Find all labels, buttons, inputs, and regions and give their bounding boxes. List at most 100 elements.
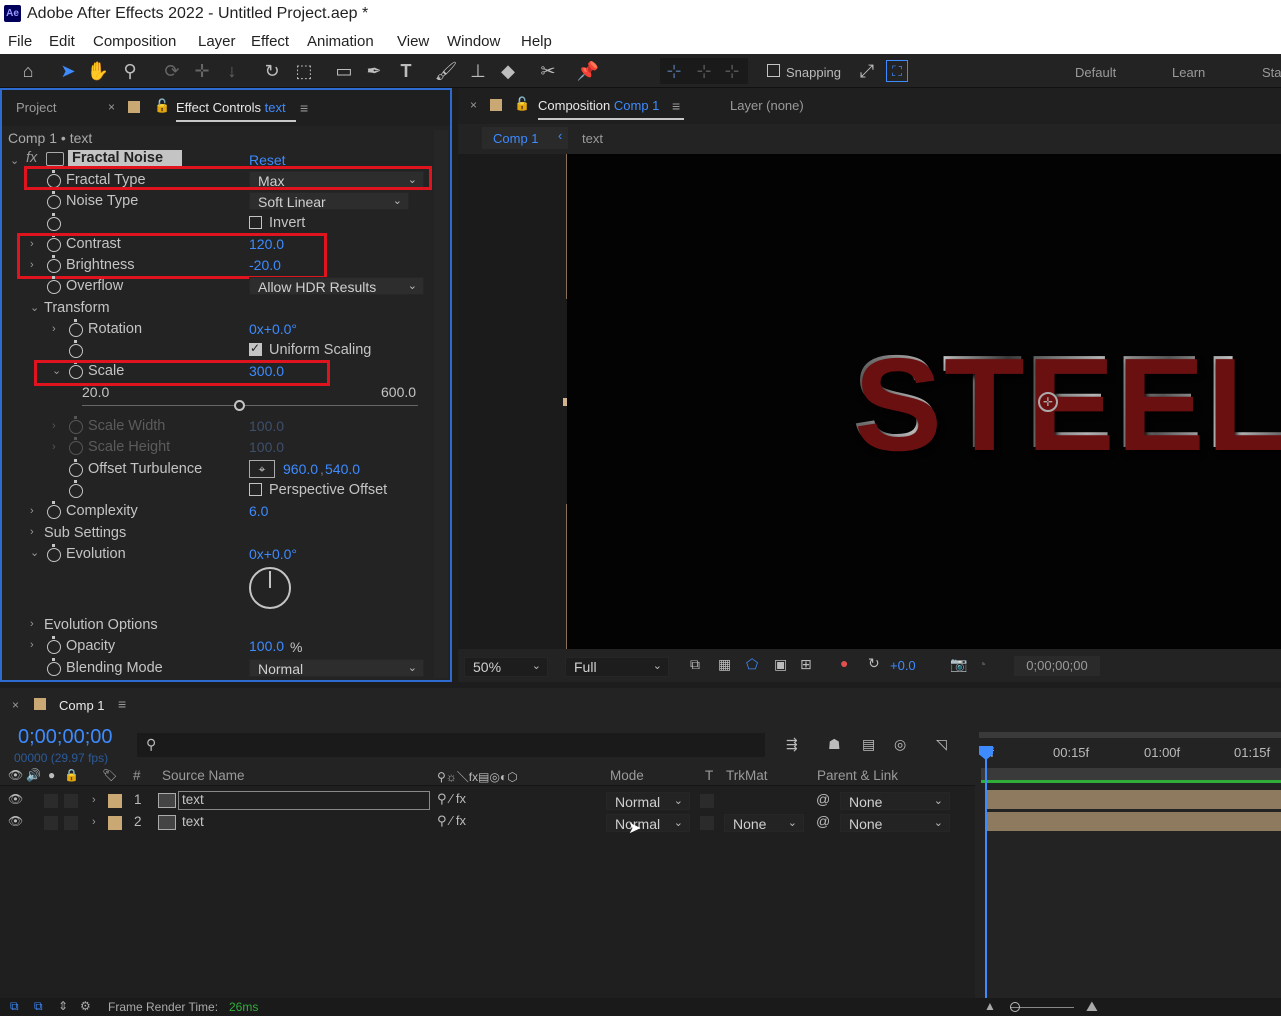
stopwatch-icon[interactable] — [69, 340, 83, 358]
reset-exposure-icon[interactable]: ↻ — [868, 655, 880, 672]
snapping-checkbox[interactable] — [767, 64, 780, 77]
rotation-value[interactable]: 0x+0.0° — [249, 321, 297, 337]
expand-chevron-icon[interactable]: › — [52, 323, 56, 335]
tab-timeline-comp[interactable]: Comp 1 — [59, 698, 105, 713]
perspective-offset-checkbox[interactable] — [249, 483, 262, 496]
layer-mode-dropdown[interactable]: Normal ⌄ — [606, 814, 690, 832]
layer-mode-dropdown[interactable]: Normal ⌄ — [606, 792, 690, 810]
layer-switches[interactable]: ⚲ ⁄ fx — [437, 791, 466, 807]
playhead[interactable] — [985, 750, 987, 998]
offset-turbulence-x[interactable]: 960.0 — [283, 461, 318, 477]
layer-name[interactable]: text — [182, 792, 204, 807]
tab-composition[interactable]: Composition Comp 1 — [538, 98, 659, 113]
layer-label-color[interactable] — [108, 816, 122, 830]
layer-parent-dropdown[interactable]: None ⌄ — [840, 814, 950, 832]
offset-turbulence-y[interactable]: 540.0 — [325, 461, 360, 477]
uniform-scaling-checkbox[interactable] — [249, 341, 262, 356]
noise-type-dropdown[interactable]: Soft Linear ⌄ — [249, 192, 409, 210]
layer-row[interactable]: 👁 › 2 text ⚲ ⁄ fx Normal ⌄ None ⌄ @ None ⌄ … — [0, 812, 975, 837]
render-time-toggle-icon[interactable]: ⚙ — [80, 999, 91, 1013]
layer-trkmat-dropdown[interactable]: None ⌄ — [724, 814, 804, 832]
in-out-toggle-icon[interactable]: ⇕ — [58, 999, 68, 1013]
shy-layers-icon[interactable]: ☗ — [828, 736, 841, 753]
fx-icon[interactable]: fx — [26, 150, 37, 166]
layer-parent-dropdown[interactable]: None ⌄ — [840, 792, 950, 810]
layer-name-field[interactable] — [178, 791, 430, 810]
menu-file[interactable]: File — [8, 33, 32, 50]
timeline-timecode[interactable]: 0;00;00;00 — [18, 726, 113, 749]
channel-icon[interactable]: ● — [840, 655, 848, 671]
panel-menu-icon[interactable]: ≡ — [118, 696, 126, 712]
expand-chevron-icon[interactable]: › — [30, 526, 34, 538]
stopwatch-icon[interactable] — [69, 319, 83, 337]
lock-switch[interactable] — [64, 816, 78, 830]
close-tab-icon[interactable]: × — [108, 100, 115, 114]
type-tool-icon[interactable]: T — [394, 59, 418, 83]
menu-composition[interactable]: Composition — [93, 33, 176, 50]
hand-tool-icon[interactable]: ✋ — [86, 59, 110, 83]
pen-tool-icon[interactable]: ✒ — [362, 59, 386, 83]
collapse-chevron-icon[interactable]: ⌄ — [10, 154, 19, 167]
close-tab-icon[interactable]: × — [12, 698, 19, 712]
layer-bar[interactable] — [985, 812, 1281, 831]
menu-animation[interactable]: Animation — [307, 33, 374, 50]
expand-chevron-icon[interactable]: › — [30, 639, 34, 651]
layer-switches[interactable]: ⚲ ⁄ fx — [437, 813, 466, 829]
work-area-bar[interactable] — [979, 732, 1281, 738]
snap-to-edges-icon[interactable]: ⛶ — [886, 60, 908, 82]
menu-edit[interactable]: Edit — [49, 33, 75, 50]
timeline-graph[interactable]: 0f 00:15f 01:00f 01:15f — [977, 728, 1281, 998]
evolution-options-label[interactable]: Evolution Options — [44, 617, 158, 633]
world-axis-icon[interactable]: ⊹ — [692, 59, 716, 83]
workspace-learn[interactable]: Learn — [1172, 65, 1205, 80]
stopwatch-icon[interactable] — [47, 191, 61, 209]
evolution-dial[interactable] — [249, 567, 291, 609]
effect-name[interactable]: Fractal Noise — [72, 150, 163, 166]
lock-icon[interactable]: 🔓 — [154, 98, 170, 114]
frame-blending-icon[interactable]: ▤ — [862, 736, 875, 753]
fast-previews-icon[interactable]: ⧉ — [690, 656, 700, 673]
expand-chevron-icon[interactable]: › — [30, 505, 34, 517]
layer-switches-toggle-icon[interactable]: ⧉ — [10, 999, 19, 1014]
menu-view[interactable]: View — [397, 33, 429, 50]
stopwatch-icon[interactable] — [47, 636, 61, 654]
menu-effect[interactable]: Effect — [251, 33, 289, 50]
layer-label-color[interactable] — [108, 794, 122, 808]
tab-effect-controls[interactable]: Effect Controls text — [176, 100, 286, 115]
local-axis-icon[interactable]: ⊹ — [662, 59, 686, 83]
stopwatch-icon[interactable] — [47, 544, 61, 562]
composition-viewer[interactable]: STEEL ✛ — [567, 154, 1281, 649]
brush-tool-icon[interactable]: 🖌 — [434, 59, 458, 83]
breadcrumb-layer[interactable]: text — [582, 131, 603, 146]
show-snapshot-icon[interactable]: ◔ — [978, 656, 986, 672]
solo-switch[interactable] — [44, 794, 58, 808]
stopwatch-icon[interactable] — [69, 480, 83, 498]
close-tab-icon[interactable]: × — [470, 98, 477, 112]
audio-icon[interactable]: 🔊 — [26, 768, 41, 782]
stopwatch-icon[interactable] — [69, 459, 83, 477]
panel-menu-icon[interactable]: ≡ — [300, 100, 308, 116]
grid-guides-icon[interactable]: ⊞ — [800, 656, 812, 673]
timeline-zoom-thumb[interactable] — [1010, 1002, 1020, 1012]
roto-brush-tool-icon[interactable]: ✂ — [536, 59, 560, 83]
evolution-value[interactable]: 0x+0.0° — [249, 546, 297, 562]
zoom-tool-icon[interactable]: ⚲ — [118, 59, 142, 83]
current-time-field[interactable]: 0;00;00;00 — [1014, 656, 1100, 676]
overflow-dropdown[interactable]: Allow HDR Results ⌄ — [249, 277, 424, 295]
eye-icon[interactable]: 👁 — [8, 814, 23, 828]
zoom-in-icon[interactable]: ⛰ — [1086, 998, 1098, 1015]
expand-chevron-icon[interactable]: › — [30, 618, 34, 630]
panel-menu-icon[interactable]: ≡ — [672, 98, 680, 114]
menu-window[interactable]: Window — [447, 33, 500, 50]
composition-mini-flowchart-icon[interactable]: ⇶ — [786, 736, 798, 753]
label-tag-icon[interactable]: 🏷 — [102, 768, 117, 782]
complexity-value[interactable]: 6.0 — [249, 503, 268, 519]
rectangle-tool-icon[interactable]: ▭ — [332, 59, 356, 83]
transparency-grid-icon[interactable]: ▦ — [718, 656, 731, 673]
rotation-tool-icon[interactable]: ↻ — [260, 59, 284, 83]
layer-bar[interactable] — [985, 790, 1281, 809]
home-icon[interactable]: ⌂ — [16, 59, 40, 83]
collapse-chevron-icon[interactable]: ⌄ — [30, 301, 39, 314]
snapshot-icon[interactable]: 📷 — [950, 656, 967, 673]
solo-icon[interactable]: ● — [48, 768, 55, 782]
